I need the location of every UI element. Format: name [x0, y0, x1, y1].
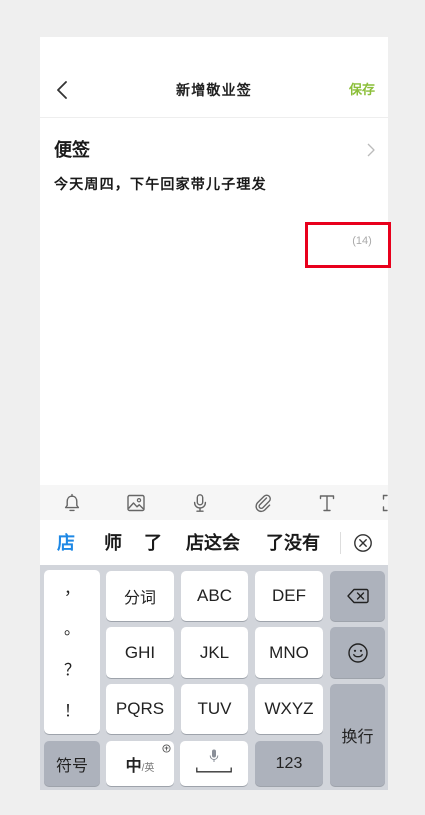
punctuation-exclamation[interactable]: ！ — [44, 702, 100, 722]
save-button[interactable]: 保存 — [346, 82, 378, 98]
microphone-icon — [209, 749, 219, 762]
candidate-item[interactable]: 店这会 — [183, 532, 243, 554]
input-mode-icon — [162, 744, 171, 753]
text-format-icon[interactable] — [317, 493, 337, 513]
key-pqrs[interactable]: PQRS — [106, 684, 174, 734]
microphone-icon[interactable] — [190, 493, 210, 513]
candidate-item[interactable]: 师 — [101, 532, 125, 554]
language-main-label: 中 — [125, 757, 142, 775]
candidate-item[interactable]: 了没有 — [263, 532, 323, 554]
note-content-input[interactable]: 今天周四，下午回家带儿子理发 — [54, 176, 267, 192]
candidate-item[interactable]: 了 — [141, 532, 165, 554]
punctuation-key-column[interactable]: ， 。 ？ ！ — [44, 570, 100, 734]
space-key[interactable] — [180, 741, 248, 786]
header-divider — [40, 117, 388, 118]
space-bar-icon — [196, 767, 232, 773]
language-switch-key[interactable]: 中 /英 — [106, 741, 174, 786]
punctuation-question[interactable]: ？ — [44, 661, 100, 681]
character-count: (14) — [352, 235, 372, 247]
key-jkl[interactable]: JKL — [181, 627, 248, 678]
symbols-key[interactable]: 符号 — [44, 741, 100, 786]
candidate-separator — [340, 532, 341, 554]
page-title: 新增敬业签 — [176, 82, 252, 98]
bell-icon[interactable] — [62, 493, 82, 513]
delete-key[interactable] — [330, 571, 385, 621]
close-circle-icon[interactable] — [353, 533, 373, 553]
chevron-right-icon — [367, 143, 375, 157]
key-ghi[interactable]: GHI — [106, 627, 174, 678]
key-mno[interactable]: MNO — [255, 627, 323, 678]
punctuation-period[interactable]: 。 — [44, 620, 100, 640]
expand-icon[interactable] — [381, 493, 388, 513]
paperclip-icon[interactable] — [253, 493, 273, 513]
key-tuv[interactable]: TUV — [181, 684, 248, 734]
numbers-key[interactable]: 123 — [255, 741, 323, 786]
emoji-icon — [347, 642, 368, 663]
key-segment[interactable]: 分词 — [106, 571, 174, 621]
ime-candidate-bar: 店 师 了 店这会 了没有 — [40, 520, 388, 565]
backspace-icon — [346, 588, 369, 604]
emoji-key[interactable] — [330, 627, 385, 678]
key-wxyz[interactable]: WXYZ — [255, 684, 323, 734]
enter-key[interactable]: 换行 — [330, 684, 385, 786]
note-category-heading[interactable]: 便签 — [54, 140, 90, 160]
key-def[interactable]: DEF — [255, 571, 323, 621]
language-alt-label: /英 — [141, 762, 155, 774]
editor-toolbar — [40, 485, 388, 520]
image-icon[interactable] — [126, 493, 146, 513]
category-chevron[interactable] — [367, 143, 375, 157]
key-abc[interactable]: ABC — [181, 571, 248, 621]
candidate-item[interactable]: 店 — [54, 532, 78, 554]
punctuation-comma[interactable]: ， — [44, 580, 100, 600]
